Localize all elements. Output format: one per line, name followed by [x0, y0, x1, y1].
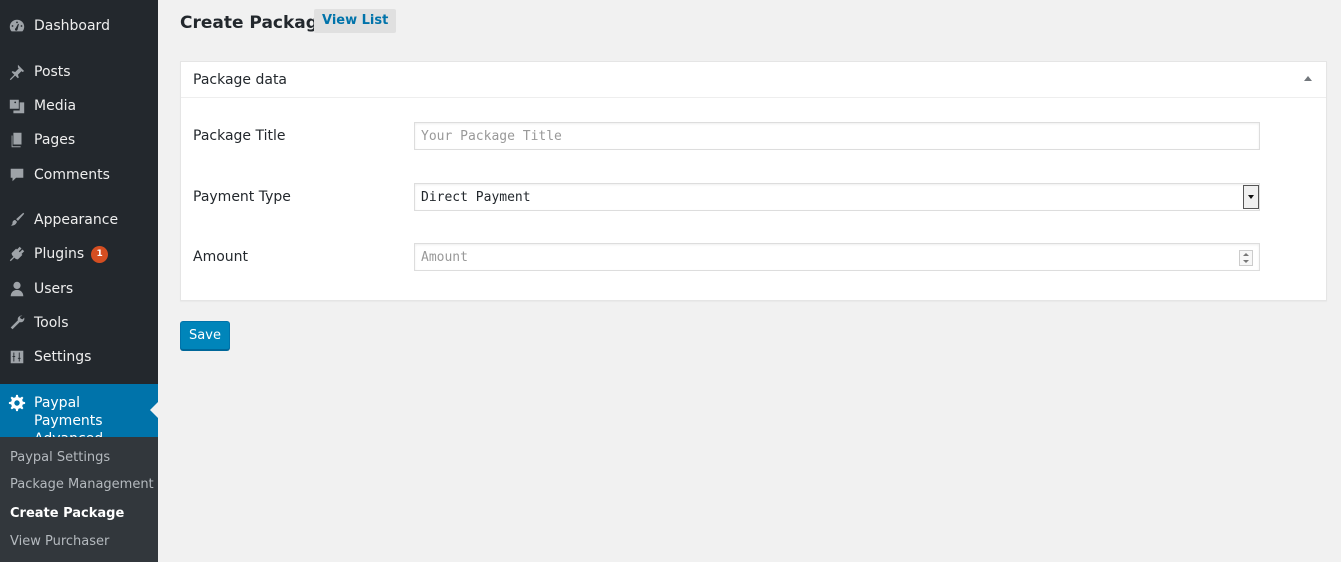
- sidebar-item-paypal-payments-advanced[interactable]: Paypal Payments Advanced: [0, 384, 158, 447]
- payment-type-label: Payment Type: [193, 189, 291, 205]
- page-title: Create Package: [180, 13, 330, 33]
- amount-label: Amount: [193, 249, 249, 265]
- payment-type-value: Direct Payment: [421, 189, 531, 205]
- postbox-title: Package data: [193, 71, 288, 88]
- collapse-arrow-icon[interactable]: [1304, 76, 1312, 81]
- wrench-icon: [0, 314, 34, 332]
- media-icon: [0, 97, 34, 115]
- sidebar-item-comments[interactable]: Comments: [0, 163, 158, 187]
- save-button[interactable]: Save: [180, 321, 230, 350]
- sidebar-item-tools[interactable]: Tools: [0, 311, 158, 335]
- gear-icon: [0, 394, 34, 412]
- sidebar-item-plugins[interactable]: Plugins 1: [0, 242, 158, 266]
- sidebar-item-media[interactable]: Media: [0, 94, 158, 118]
- sidebar-item-label: Media: [34, 98, 77, 114]
- sidebar-item-label: Pages: [34, 132, 76, 148]
- sidebar-item-label: Appearance: [34, 212, 119, 228]
- pin-icon: [0, 63, 34, 81]
- submenu-item-view-purchaser[interactable]: View Purchaser: [10, 534, 109, 549]
- amount-input[interactable]: Amount: [414, 243, 1260, 271]
- settings-icon: [0, 348, 34, 366]
- spinner-down-icon[interactable]: [1240, 258, 1252, 265]
- submenu-item-paypal-settings[interactable]: Paypal Settings: [10, 450, 110, 465]
- payment-type-select[interactable]: Direct Payment: [414, 183, 1260, 211]
- sidebar-item-appearance[interactable]: Appearance: [0, 208, 158, 232]
- package-data-box: Package data Package Title Your Package …: [180, 61, 1327, 301]
- dashboard-icon: [0, 17, 34, 35]
- admin-sidebar: Dashboard Posts Media Pages Comments App…: [0, 0, 158, 562]
- sidebar-item-pages[interactable]: Pages: [0, 128, 158, 152]
- sidebar-item-label: Tools: [34, 315, 69, 331]
- comment-icon: [0, 166, 34, 184]
- sidebar-item-posts[interactable]: Posts: [0, 60, 158, 84]
- spinner-up-icon[interactable]: [1240, 251, 1252, 258]
- sidebar-item-label: Settings: [34, 349, 92, 365]
- postbox-header[interactable]: Package data: [181, 62, 1326, 98]
- package-title-placeholder: Your Package Title: [421, 128, 562, 144]
- brush-icon: [0, 211, 34, 229]
- number-spinner-icon[interactable]: [1239, 250, 1253, 266]
- sidebar-submenu: Paypal Settings Package Management Creat…: [0, 437, 158, 562]
- sidebar-item-label: Plugins: [34, 246, 85, 262]
- plugin-icon: [0, 245, 34, 263]
- current-menu-arrow: [150, 402, 158, 418]
- dropdown-arrow-icon[interactable]: [1243, 185, 1259, 209]
- sidebar-item-label: Comments: [34, 167, 110, 183]
- update-count-badge: 1: [91, 245, 109, 263]
- package-title-label: Package Title: [193, 128, 286, 144]
- submenu-item-create-package[interactable]: Create Package: [10, 506, 124, 521]
- sidebar-item-users[interactable]: Users: [0, 277, 158, 301]
- sidebar-item-label: Dashboard: [34, 18, 110, 34]
- package-title-input[interactable]: Your Package Title: [414, 122, 1260, 150]
- sidebar-item-settings[interactable]: Settings: [0, 345, 158, 369]
- pages-icon: [0, 131, 34, 149]
- sidebar-item-label: Posts: [34, 64, 71, 80]
- sidebar-item-label: Users: [34, 281, 74, 297]
- submenu-item-package-management[interactable]: Package Management: [10, 477, 154, 492]
- sidebar-item-dashboard[interactable]: Dashboard: [0, 14, 158, 38]
- user-icon: [0, 280, 34, 298]
- amount-placeholder: Amount: [421, 249, 468, 265]
- view-list-button[interactable]: View List: [314, 9, 397, 33]
